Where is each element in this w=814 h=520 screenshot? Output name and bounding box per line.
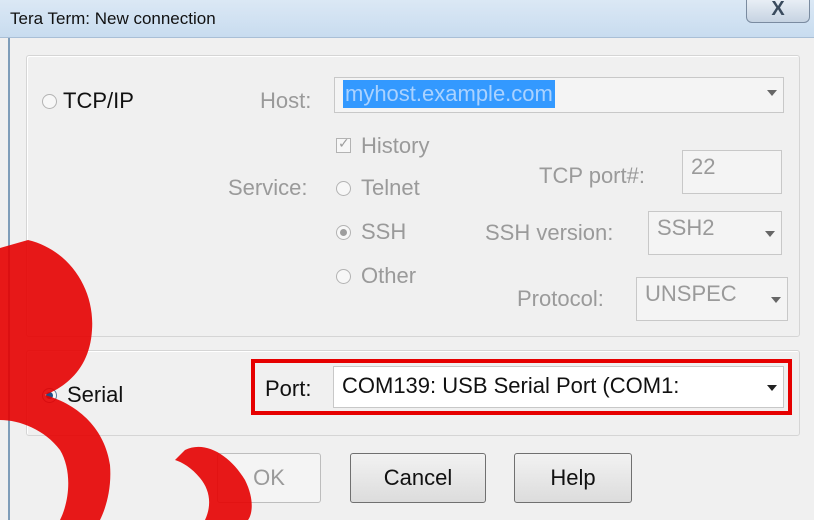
- tcp-port-value: 22: [691, 154, 716, 179]
- chevron-down-icon[interactable]: [771, 297, 781, 303]
- chevron-down-icon[interactable]: [767, 90, 777, 96]
- ssh-radio[interactable]: [336, 225, 351, 240]
- ssh-version-label: SSH version:: [485, 220, 614, 245]
- close-icon: X: [771, 0, 785, 20]
- tcp-port-input[interactable]: 22: [682, 150, 782, 194]
- title-bar: Tera Term: New connection X: [0, 0, 814, 38]
- ok-button[interactable]: OK: [217, 453, 321, 503]
- tcpip-radio[interactable]: [42, 94, 57, 109]
- window-title: Tera Term: New connection: [10, 9, 216, 28]
- help-button[interactable]: Help: [514, 453, 632, 503]
- protocol-value: UNSPEC: [645, 281, 737, 306]
- ssh-version-value: SSH2: [657, 215, 715, 240]
- telnet-label[interactable]: Telnet: [361, 175, 420, 201]
- host-input[interactable]: myhost.example.com: [343, 80, 555, 108]
- window-border: [8, 38, 10, 520]
- other-radio[interactable]: [336, 269, 351, 284]
- other-label[interactable]: Other: [361, 263, 416, 289]
- close-button[interactable]: X: [746, 0, 810, 23]
- serial-label[interactable]: Serial: [67, 382, 123, 408]
- host-label: Host:: [260, 88, 312, 113]
- chevron-down-icon[interactable]: [765, 231, 775, 237]
- history-checkbox[interactable]: ✓: [336, 135, 351, 153]
- check-icon: ✓: [338, 135, 350, 151]
- tcp-port-label: TCP port#:: [539, 163, 645, 188]
- service-label: Service:: [228, 175, 308, 200]
- ssh-version-select[interactable]: SSH2: [648, 211, 782, 255]
- tcpip-label[interactable]: TCP/IP: [63, 88, 134, 114]
- ssh-label[interactable]: SSH: [361, 219, 406, 245]
- protocol-label: Protocol:: [517, 286, 604, 311]
- serial-radio[interactable]: [42, 388, 57, 403]
- highlight-box: [251, 359, 792, 415]
- cancel-button[interactable]: Cancel: [350, 453, 486, 503]
- telnet-radio[interactable]: [336, 181, 351, 196]
- history-label[interactable]: History: [361, 133, 429, 159]
- host-combobox[interactable]: myhost.example.com: [334, 77, 784, 113]
- protocol-select[interactable]: UNSPEC: [636, 277, 788, 321]
